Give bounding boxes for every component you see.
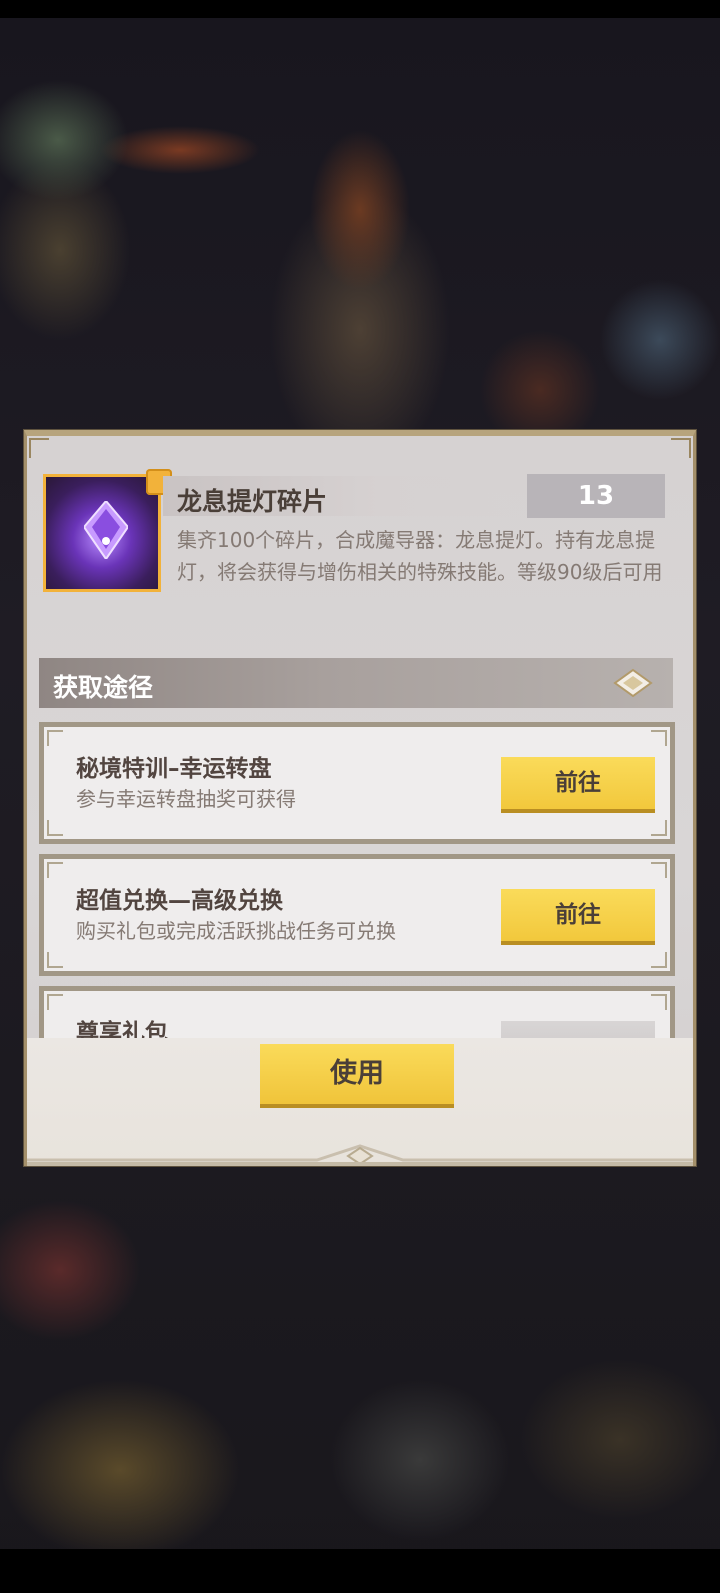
frame-corner (671, 438, 691, 458)
goto-button[interactable] (501, 1021, 655, 1038)
source-subtitle: 购买礼包或完成活跃挑战任务可兑换 (76, 919, 396, 943)
crystal-icon (84, 501, 128, 559)
goto-button[interactable]: 前往 (501, 757, 655, 813)
source-title: 超值兑换—高级兑换 (76, 888, 283, 914)
card-corner (47, 730, 63, 746)
source-title: 秘境特训–幸运转盘 (76, 756, 272, 782)
frame-corner (29, 438, 49, 458)
card-corner (651, 820, 667, 836)
card-corner (47, 952, 63, 968)
footer-ornament (27, 1144, 693, 1166)
item-detail-dialog: 龙息提灯碎片 13 集齐100个碎片，合成魔导器：龙息提灯。持有龙息提灯，将会获… (24, 430, 696, 1166)
goto-button[interactable]: 前往 (501, 889, 655, 945)
card-corner (47, 994, 63, 1010)
card-corner (651, 952, 667, 968)
section-title: 获取途径 (53, 673, 154, 702)
source-card: 尊享礼包 (39, 986, 675, 1038)
use-button[interactable]: 使用 (260, 1044, 454, 1108)
item-count: 13 (527, 474, 665, 518)
status-bar (0, 0, 720, 18)
card-corner (651, 862, 667, 878)
card-corner (47, 820, 63, 836)
card-corner (651, 994, 667, 1010)
source-subtitle: 参与幸运转盘抽奖可获得 (76, 787, 296, 811)
card-corner (47, 862, 63, 878)
source-list[interactable]: 秘境特训–幸运转盘 参与幸运转盘抽奖可获得 前往 超值兑换—高级兑换 购买礼包或… (39, 722, 679, 1038)
source-title: 尊享礼包 (76, 1020, 168, 1038)
dialog-footer: 使用 (27, 1038, 693, 1166)
diamond-ornament-icon (613, 668, 653, 698)
card-corner (651, 730, 667, 746)
source-card: 秘境特训–幸运转盘 参与幸运转盘抽奖可获得 前往 (39, 722, 675, 844)
navigation-bar (0, 1549, 720, 1593)
item-name: 龙息提灯碎片 (177, 487, 328, 516)
source-card: 超值兑换—高级兑换 购买礼包或完成活跃挑战任务可兑换 前往 (39, 854, 675, 976)
obtain-methods-header: 获取途径 (39, 658, 673, 708)
dragon-lantern-shard-icon (43, 469, 172, 592)
item-description: 集齐100个碎片，合成魔导器：龙息提灯。持有龙息提灯，将会获得与增伤相关的特殊技… (177, 528, 663, 584)
